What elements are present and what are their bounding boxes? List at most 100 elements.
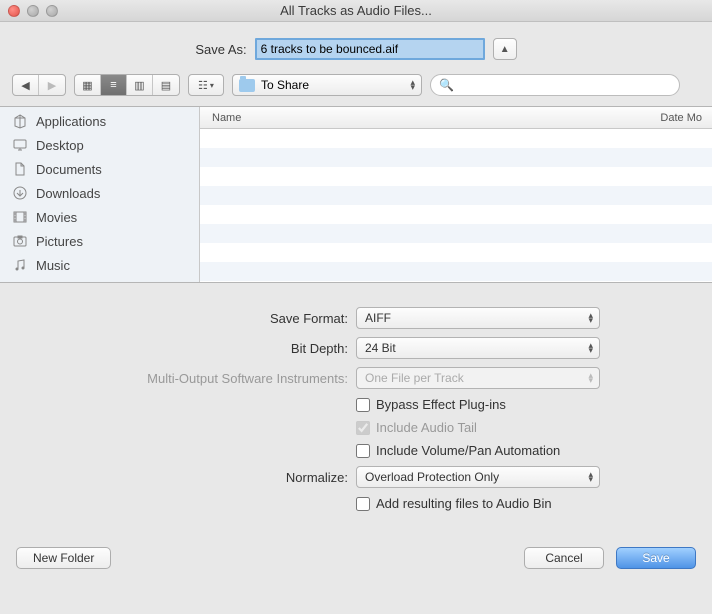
sidebar-item-label: Music	[36, 258, 70, 273]
checkbox-label: Include Audio Tail	[376, 420, 477, 435]
bypass-effects-checkbox[interactable]: Bypass Effect Plug-ins	[356, 397, 600, 412]
save-button[interactable]: Save	[616, 547, 696, 569]
normalize-label: Normalize:	[16, 470, 356, 485]
save-format-label: Save Format:	[16, 311, 356, 326]
forward-button[interactable]: ▶	[39, 75, 65, 95]
footer: New Folder Cancel Save	[0, 535, 712, 585]
close-window-button[interactable]	[8, 5, 20, 17]
file-browser: Applications Desktop Documents Downloads…	[0, 107, 712, 283]
expand-collapse-button[interactable]: ▲	[493, 38, 517, 60]
updown-arrows-icon: ▴▾	[410, 80, 415, 90]
normalize-value: Overload Protection Only	[365, 470, 499, 484]
save-as-row: Save As: ▲	[0, 22, 712, 74]
minimize-window-button	[27, 5, 39, 17]
cancel-button[interactable]: Cancel	[524, 547, 604, 569]
sidebar-item-movies[interactable]: Movies	[0, 205, 199, 229]
sidebar-item-downloads[interactable]: Downloads	[0, 181, 199, 205]
sidebar-item-label: Movies	[36, 210, 77, 225]
multi-output-value: One File per Track	[365, 371, 464, 385]
checkbox-label: Add resulting files to Audio Bin	[376, 496, 552, 511]
coverflow-icon: ▤	[161, 79, 171, 92]
desktop-icon	[12, 137, 28, 153]
add-to-audio-bin-checkbox[interactable]: Add resulting files to Audio Bin	[356, 496, 600, 511]
chevron-right-icon: ▶	[48, 79, 56, 92]
updown-arrows-icon: ▴▾	[588, 373, 593, 383]
file-row	[200, 262, 712, 281]
save-as-label: Save As:	[195, 42, 246, 57]
export-options: Save Format: AIFF ▴▾ Bit Depth: 24 Bit ▴…	[0, 283, 712, 535]
search-field[interactable]: 🔍	[430, 74, 680, 96]
column-view-button[interactable]: ▥	[127, 75, 153, 95]
documents-icon	[12, 161, 28, 177]
folder-icon	[239, 79, 255, 92]
folder-name: To Share	[261, 78, 309, 92]
column-date-modified[interactable]: Date Mo	[660, 112, 702, 124]
file-row	[200, 205, 712, 224]
zoom-window-button	[46, 5, 58, 17]
group-by-menu[interactable]: ☷▾	[188, 74, 224, 96]
include-volume-pan-checkbox[interactable]: Include Volume/Pan Automation	[356, 443, 600, 458]
window-title: All Tracks as Audio Files...	[0, 3, 712, 18]
traffic-lights	[8, 5, 58, 17]
include-audio-tail-checkbox: Include Audio Tail	[356, 420, 600, 435]
new-folder-button[interactable]: New Folder	[16, 547, 111, 569]
sidebar-item-label: Pictures	[36, 234, 83, 249]
chevron-left-icon: ◀	[21, 79, 29, 92]
checkbox-input	[356, 421, 370, 435]
group-icon: ☷	[198, 79, 208, 92]
columns-icon: ▥	[134, 79, 144, 92]
file-list: Name Date Mo	[200, 107, 712, 282]
column-name[interactable]: Name	[212, 112, 241, 124]
sidebar-item-desktop[interactable]: Desktop	[0, 133, 199, 157]
checkbox-label: Include Volume/Pan Automation	[376, 443, 560, 458]
file-list-body[interactable]	[200, 129, 712, 282]
updown-arrows-icon: ▴▾	[588, 472, 593, 482]
coverflow-view-button[interactable]: ▤	[153, 75, 179, 95]
normalize-select[interactable]: Overload Protection Only ▴▾	[356, 466, 600, 488]
file-row	[200, 243, 712, 262]
checkbox-input[interactable]	[356, 444, 370, 458]
file-list-header: Name Date Mo	[200, 107, 712, 129]
back-button[interactable]: ◀	[13, 75, 39, 95]
search-icon: 🔍	[439, 78, 454, 92]
list-icon: ≡	[110, 79, 116, 91]
save-as-input[interactable]	[255, 38, 485, 60]
list-view-button[interactable]: ≡	[101, 75, 127, 95]
sidebar-item-documents[interactable]: Documents	[0, 157, 199, 181]
nav-back-forward: ◀ ▶	[12, 74, 66, 96]
checkbox-input[interactable]	[356, 497, 370, 511]
chevron-up-icon: ▲	[500, 44, 510, 55]
pictures-icon	[12, 233, 28, 249]
sidebar-item-music[interactable]: Music	[0, 253, 199, 277]
multi-output-label: Multi-Output Software Instruments:	[16, 371, 356, 386]
titlebar: All Tracks as Audio Files...	[0, 0, 712, 22]
view-mode-segmented: ▦ ≡ ▥ ▤	[74, 74, 180, 96]
file-row	[200, 186, 712, 205]
save-format-select[interactable]: AIFF ▴▾	[356, 307, 600, 329]
save-format-value: AIFF	[365, 311, 391, 325]
bit-depth-label: Bit Depth:	[16, 341, 356, 356]
updown-arrows-icon: ▴▾	[588, 343, 593, 353]
updown-arrows-icon: ▴▾	[588, 313, 593, 323]
file-row	[200, 148, 712, 167]
file-row	[200, 129, 712, 148]
icon-view-button[interactable]: ▦	[75, 75, 101, 95]
bit-depth-select[interactable]: 24 Bit ▴▾	[356, 337, 600, 359]
applications-icon	[12, 113, 28, 129]
sidebar: Applications Desktop Documents Downloads…	[0, 107, 200, 282]
sidebar-item-applications[interactable]: Applications	[0, 109, 199, 133]
multi-output-select: One File per Track ▴▾	[356, 367, 600, 389]
music-icon	[12, 257, 28, 273]
sidebar-item-pictures[interactable]: Pictures	[0, 229, 199, 253]
downloads-icon	[12, 185, 28, 201]
folder-popup-button[interactable]: To Share ▴▾	[232, 74, 422, 96]
window: All Tracks as Audio Files... Save As: ▲ …	[0, 0, 712, 614]
sidebar-item-label: Desktop	[36, 138, 84, 153]
file-row	[200, 167, 712, 186]
search-input[interactable]	[458, 78, 671, 92]
bit-depth-value: 24 Bit	[365, 341, 396, 355]
sidebar-item-label: Applications	[36, 114, 106, 129]
file-row	[200, 224, 712, 243]
checkbox-input[interactable]	[356, 398, 370, 412]
movies-icon	[12, 209, 28, 225]
